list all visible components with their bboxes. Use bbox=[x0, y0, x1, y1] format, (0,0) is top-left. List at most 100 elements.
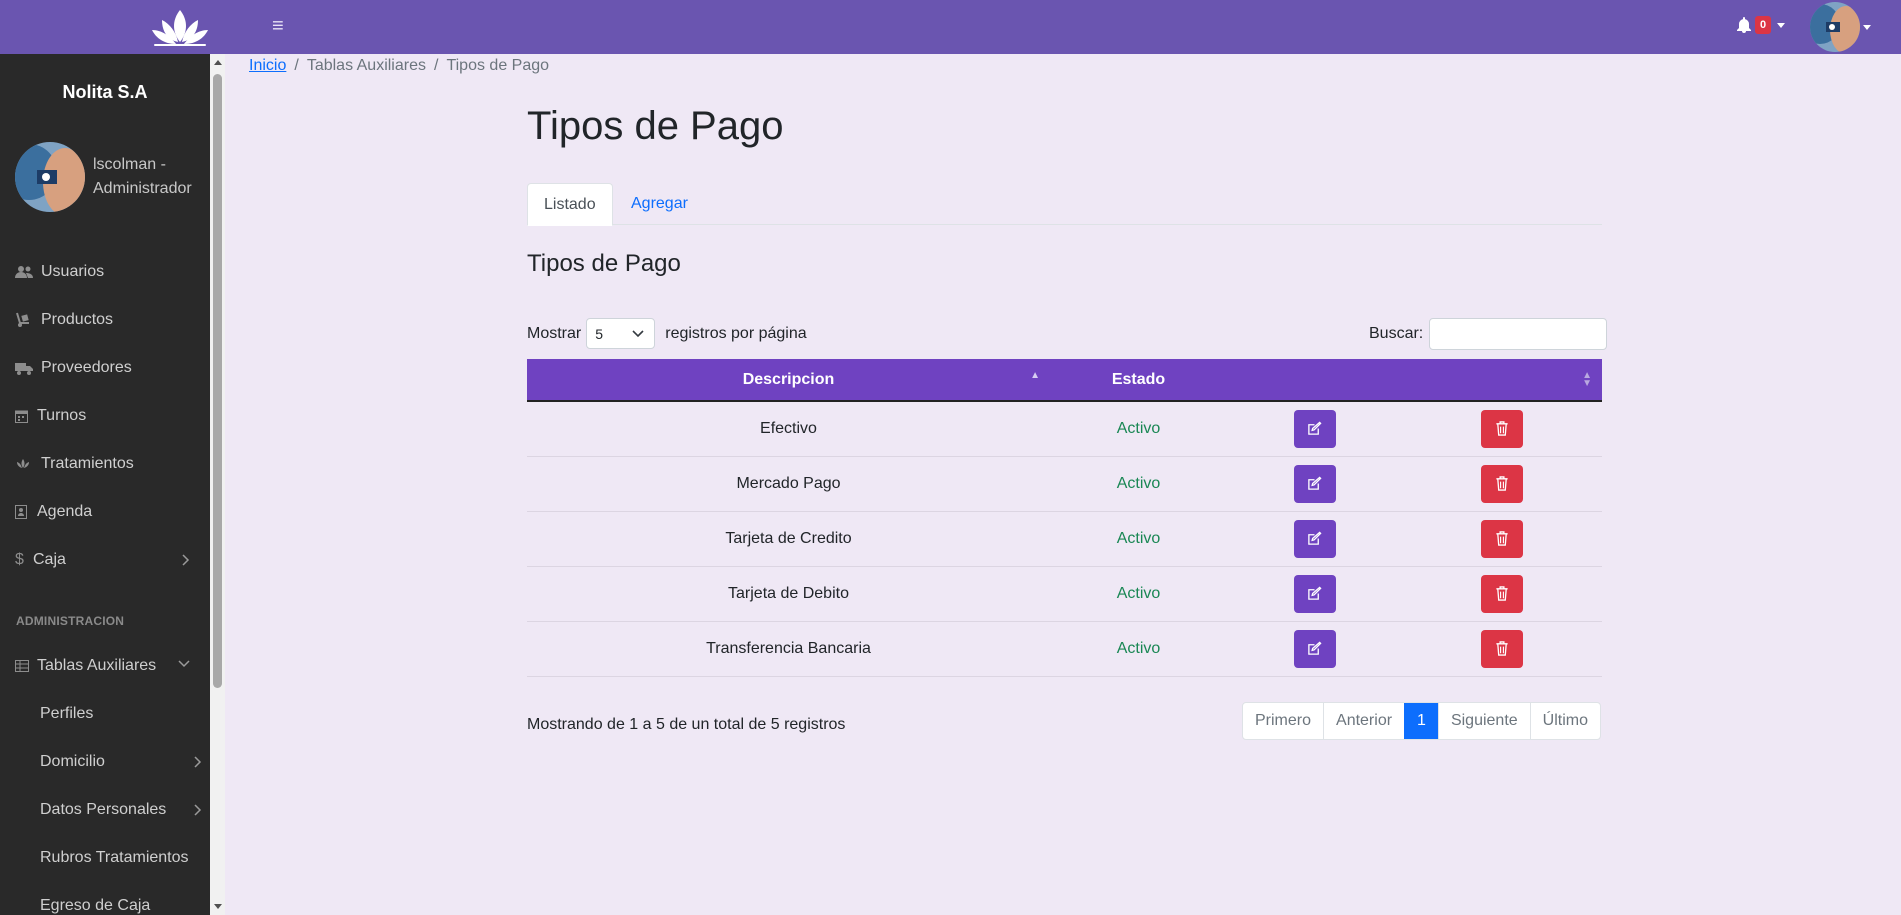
cell-estado: Activo bbox=[1050, 511, 1227, 567]
sidebar-item-label: Tratamientos bbox=[41, 455, 134, 472]
truck-icon bbox=[15, 361, 37, 375]
sidebar-item-tratamientos[interactable]: Tratamientos bbox=[0, 444, 210, 484]
sort-icon: ▲ ▼ bbox=[1582, 370, 1592, 389]
dolly-icon bbox=[15, 312, 37, 328]
breadcrumb: Inicio / Tablas Auxiliares / Tipos de Pa… bbox=[249, 57, 549, 75]
delete-button[interactable] bbox=[1481, 574, 1523, 613]
table-header-row: Descripcion ▲ Estado ▲ ▼ bbox=[527, 359, 1602, 402]
cell-estado: Activo bbox=[1050, 401, 1227, 457]
delete-button[interactable] bbox=[1481, 629, 1523, 668]
lotus-logo-icon bbox=[152, 10, 208, 46]
tabs: Listado Agregar bbox=[527, 183, 1602, 226]
table-info: Mostrando de 1 a 5 de un total de 5 regi… bbox=[527, 716, 846, 733]
sidebar-item-caja[interactable]: $ Caja bbox=[0, 540, 210, 580]
user-menu-button[interactable] bbox=[1810, 2, 1871, 52]
sidebar-item-label: Tablas Auxiliares bbox=[37, 657, 157, 674]
delete-button[interactable] bbox=[1481, 409, 1523, 448]
table-icon bbox=[15, 660, 33, 672]
search-input[interactable] bbox=[1429, 318, 1608, 350]
page-length-value: 5 bbox=[595, 325, 604, 342]
sidebar-item-label: Proveedores bbox=[41, 359, 132, 376]
delete-button[interactable] bbox=[1481, 519, 1523, 558]
sidebar-item-label: Caja bbox=[33, 551, 66, 568]
cell-estado: Activo bbox=[1050, 456, 1227, 512]
sidebar-item-productos[interactable]: Productos bbox=[0, 300, 210, 340]
sidebar-item-proveedores[interactable]: Proveedores bbox=[0, 348, 210, 388]
sidebar-brand: Nolita S.A bbox=[62, 82, 148, 102]
topbar: ≡ 0 bbox=[0, 0, 1901, 54]
edit-button[interactable] bbox=[1293, 574, 1336, 613]
sidebar-subitem-datos-personales[interactable]: Datos Personales bbox=[40, 790, 202, 830]
column-header-estado[interactable]: Estado bbox=[1050, 359, 1227, 402]
dollar-icon: $ bbox=[15, 551, 24, 568]
tab-agregar[interactable]: Agregar bbox=[615, 183, 704, 225]
trash-icon bbox=[1496, 476, 1508, 491]
pagination-first[interactable]: Primero bbox=[1243, 703, 1323, 739]
sidebar-item-usuarios[interactable]: Usuarios bbox=[0, 252, 210, 292]
chevron-right-icon bbox=[194, 804, 202, 816]
edit-button[interactable] bbox=[1293, 629, 1336, 668]
scroll-down-arrow-icon[interactable] bbox=[214, 904, 222, 909]
breadcrumb-home-link[interactable]: Inicio bbox=[249, 57, 286, 75]
breadcrumb-separator: / bbox=[433, 57, 439, 74]
sidebar-item-tablas-auxiliares[interactable]: Tablas Auxiliares bbox=[0, 646, 210, 686]
edit-icon bbox=[1308, 586, 1322, 600]
scroll-up-arrow-icon[interactable] bbox=[214, 60, 222, 65]
column-header-edit bbox=[1227, 359, 1402, 402]
sidebar-scrollbar[interactable] bbox=[210, 54, 225, 915]
search-control: Buscar: bbox=[1369, 318, 1608, 350]
edit-icon bbox=[1308, 531, 1322, 545]
breadcrumb-current: Tipos de Pago bbox=[446, 57, 550, 74]
trash-icon bbox=[1496, 531, 1508, 546]
sidebar-item-label: Agenda bbox=[37, 503, 93, 520]
edit-icon bbox=[1308, 421, 1322, 436]
delete-button[interactable] bbox=[1481, 464, 1523, 503]
edit-button[interactable] bbox=[1293, 464, 1336, 503]
pagination-next[interactable]: Siguiente bbox=[1437, 703, 1530, 739]
trash-icon bbox=[1496, 641, 1508, 656]
cell-edit bbox=[1227, 621, 1402, 677]
column-header-delete: ▲ ▼ bbox=[1402, 359, 1602, 402]
pagination-previous[interactable]: Anterior bbox=[1323, 703, 1404, 739]
address-book-icon bbox=[15, 505, 33, 519]
edit-icon bbox=[1308, 641, 1322, 655]
payment-types-table: Descripcion ▲ Estado ▲ ▼ Efectivo Activo Me… bbox=[527, 359, 1602, 677]
sidebar-item-label: Rubros Tratamientos bbox=[40, 849, 189, 866]
scroll-thumb[interactable] bbox=[213, 74, 222, 688]
avatar bbox=[15, 142, 85, 212]
column-header-descripcion[interactable]: Descripcion ▲ bbox=[527, 359, 1050, 402]
sidebar-subitem-rubros-tratamientos[interactable]: Rubros Tratamientos bbox=[40, 838, 200, 878]
pagination-last[interactable]: Último bbox=[1529, 703, 1600, 739]
sidebar-subitem-egreso-de-caja[interactable]: Egreso de Caja bbox=[40, 886, 200, 915]
cell-edit bbox=[1227, 566, 1402, 622]
chevron-down-icon bbox=[178, 660, 190, 668]
sidebar-item-label: Datos Personales bbox=[40, 801, 167, 818]
calendar-icon bbox=[15, 409, 33, 423]
cell-delete bbox=[1402, 621, 1602, 677]
sidebar-item-label: Perfiles bbox=[40, 705, 94, 722]
page-length-select[interactable]: 5 bbox=[586, 318, 656, 349]
edit-icon bbox=[1308, 476, 1322, 490]
sidebar: Nolita S.A lscolman - Administrador Usua… bbox=[0, 54, 210, 915]
sidebar-item-label: Productos bbox=[41, 311, 114, 328]
pagination-page-1[interactable]: 1 bbox=[1404, 703, 1438, 739]
breadcrumb-separator: / bbox=[294, 57, 299, 74]
table-row: Transferencia Bancaria Activo bbox=[527, 621, 1602, 677]
notifications-button[interactable]: 0 bbox=[1736, 16, 1786, 34]
breadcrumb-section: Tablas Auxiliares bbox=[306, 57, 426, 74]
menu-toggle-icon[interactable]: ≡ bbox=[272, 14, 284, 38]
tab-listado[interactable]: Listado bbox=[527, 183, 613, 226]
cell-estado: Activo bbox=[1050, 621, 1227, 677]
page-length-control: Mostrar 5 registros por página bbox=[527, 318, 807, 349]
bell-icon bbox=[1737, 17, 1751, 33]
sidebar-subitem-domicilio[interactable]: Domicilio bbox=[40, 742, 202, 782]
edit-button[interactable] bbox=[1293, 519, 1336, 558]
search-label: Buscar: bbox=[1369, 325, 1424, 342]
sidebar-user-name: lscolman - Administrador bbox=[93, 156, 192, 197]
sidebar-section-heading: ADMINISTRACION bbox=[16, 614, 125, 628]
edit-button[interactable] bbox=[1293, 409, 1336, 448]
sidebar-item-agenda[interactable]: Agenda bbox=[0, 492, 210, 532]
table-row: Tarjeta de Debito Activo bbox=[527, 566, 1602, 622]
sidebar-item-turnos[interactable]: Turnos bbox=[0, 396, 210, 436]
sidebar-subitem-perfiles[interactable]: Perfiles bbox=[40, 694, 200, 734]
